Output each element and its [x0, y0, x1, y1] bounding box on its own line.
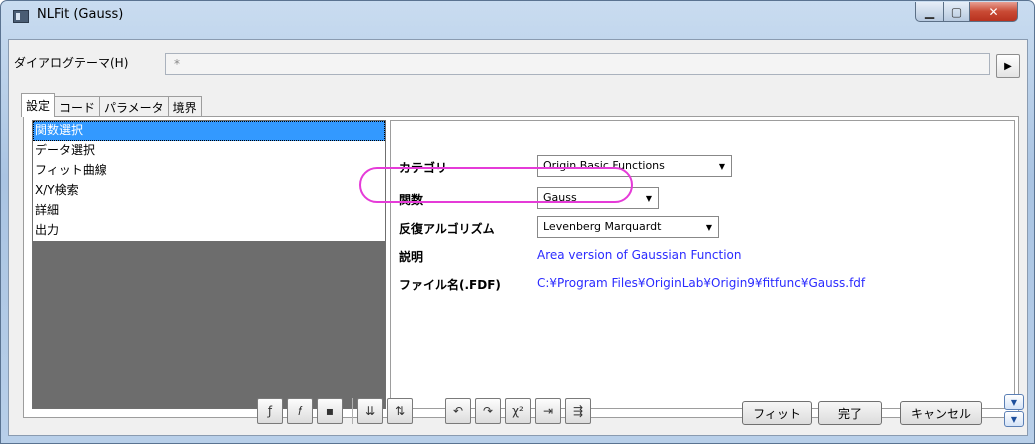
parameter-swap-icon[interactable]: ⇅ [387, 398, 413, 424]
chevron-down-icon: ▼ [645, 194, 652, 203]
triangle-right-icon: ▶ [1004, 60, 1012, 72]
collapse-up-icon[interactable]: ▼ [1004, 394, 1024, 410]
chi-square-icon[interactable]: χ² [505, 398, 531, 424]
maximize-button[interactable]: ▢ [943, 2, 970, 22]
function-file-icon[interactable]: 𝑓 [287, 398, 313, 424]
minimize-icon: ▁ [924, 4, 935, 19]
reset-params-icon[interactable]: ↷ [475, 398, 501, 424]
dialog-theme-label: ダイアログテーマ(H) [14, 56, 129, 70]
fdf-file-path[interactable]: C:¥Program Files¥OriginLab¥Origin9¥fitfu… [537, 276, 865, 290]
close-button[interactable]: ✕ [969, 2, 1018, 22]
fdf-file-label: ファイル名(.FDF) [399, 278, 501, 292]
tab-parameters[interactable]: パラメータ [99, 96, 169, 117]
title-bar[interactable]: NLFit (Gauss) ▁ ▢ ✕ [1, 1, 1034, 31]
maximize-icon: ▢ [950, 4, 963, 19]
settings-nav-list: 関数選択 データ選択 フィット曲線 X/Y検索 詳細 出力 [32, 120, 386, 409]
tab-bounds[interactable]: 境界 [167, 96, 202, 117]
nav-item-function-select[interactable]: 関数選択 [33, 121, 385, 141]
fit-formula-icon[interactable]: ƒ [257, 398, 283, 424]
chevron-down-icon: ▼ [705, 223, 712, 232]
sort-icon[interactable]: ⇊ [357, 398, 383, 424]
nav-item-output[interactable]: 出力 [33, 221, 385, 241]
tab-settings[interactable]: 設定 [21, 93, 56, 117]
tab-code[interactable]: コード [54, 96, 101, 117]
nav-item-data-select[interactable]: データ選択 [33, 141, 385, 161]
chevron-down-icon: ▼ [718, 162, 725, 171]
dialog-theme-input[interactable]: * [165, 53, 990, 75]
nav-item-fitted-curves[interactable]: フィット曲線 [33, 161, 385, 181]
init-params-icon[interactable]: ↶ [445, 398, 471, 424]
one-iteration-icon[interactable]: ⇥ [535, 398, 561, 424]
function-highlight-ellipse [359, 167, 633, 203]
done-button[interactable]: 完了 [818, 401, 882, 425]
function-properties: カテゴリ Origin Basic Functions ▼ 関数 Gauss ▼… [390, 120, 1015, 409]
app-icon [13, 10, 29, 23]
window-title: NLFit (Gauss) [37, 7, 124, 22]
fit-button[interactable]: フィット [742, 401, 812, 425]
dialog-window: NLFit (Gauss) ▁ ▢ ✕ ダイアログテーマ(H) * ▶ 設定 コ… [0, 0, 1035, 444]
settings-panel: 関数選択 データ選択 フィット曲線 X/Y検索 詳細 出力 カテゴリ Origi… [23, 116, 1019, 418]
description-value: Area version of Gaussian Function [537, 248, 742, 262]
fit-until-converged-icon[interactable]: ⇶ [565, 398, 591, 424]
description-label: 説明 [399, 250, 424, 264]
theme-menu-button[interactable]: ▶ [996, 54, 1020, 78]
cancel-button[interactable]: キャンセル [900, 401, 982, 425]
save-icon[interactable]: ▪ [317, 398, 343, 424]
toolbar-separator [352, 398, 353, 424]
nav-item-xy-search[interactable]: X/Y検索 [33, 181, 385, 201]
close-icon: ✕ [988, 4, 999, 19]
algorithm-select[interactable]: Levenberg Marquardt ▼ [537, 216, 719, 238]
expand-down-icon[interactable]: ▼ [1004, 411, 1024, 427]
minimize-button[interactable]: ▁ [915, 2, 944, 22]
algorithm-label: 反復アルゴリズム [399, 222, 495, 236]
nav-item-advanced[interactable]: 詳細 [33, 201, 385, 221]
algorithm-value: Levenberg Marquardt [543, 220, 662, 233]
dialog-client: ダイアログテーマ(H) * ▶ 設定 コード パラメータ 境界 関数選択 データ… [8, 39, 1028, 436]
tab-bar: 設定 コード パラメータ 境界 [21, 93, 202, 117]
